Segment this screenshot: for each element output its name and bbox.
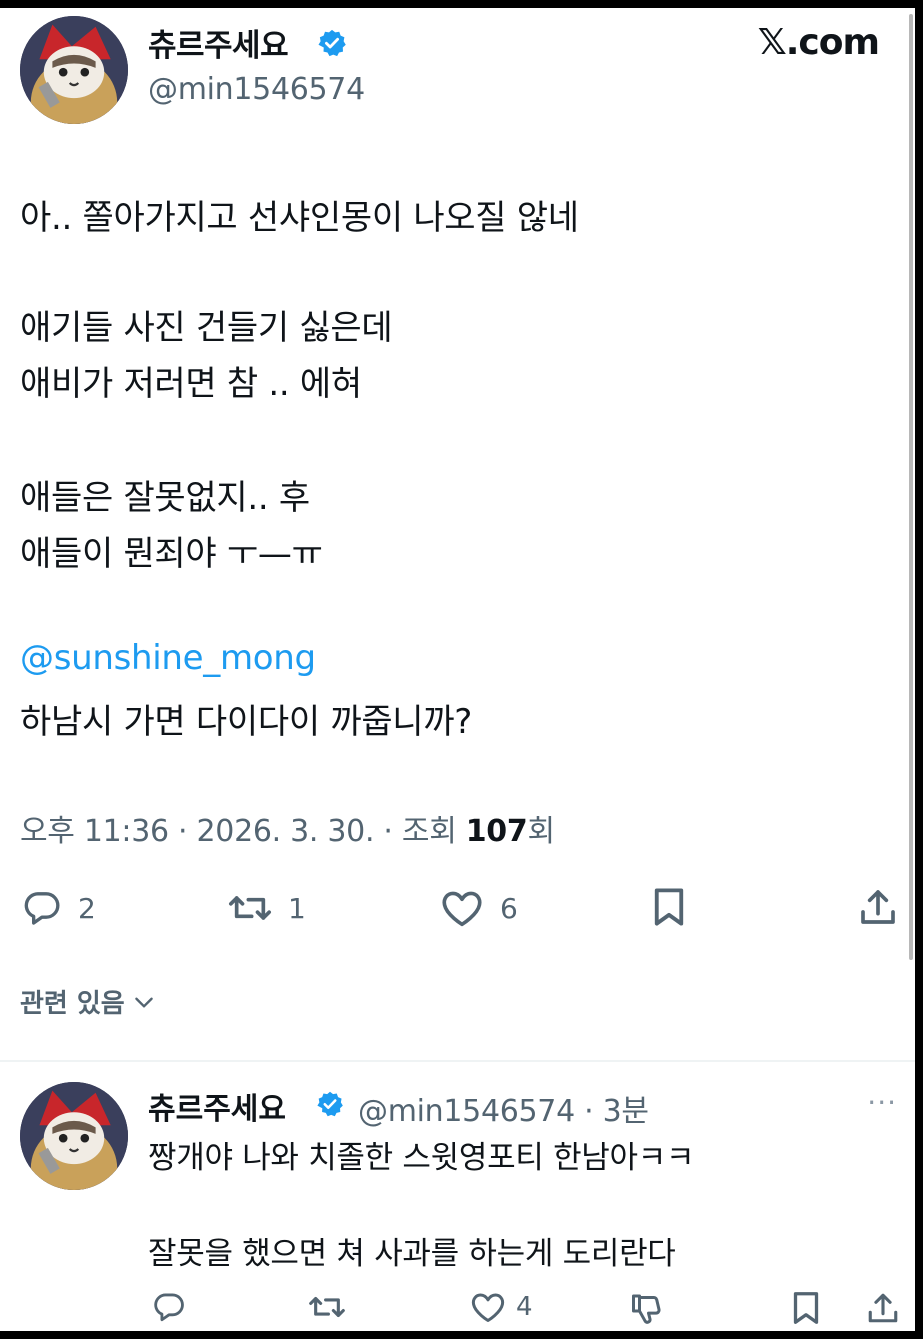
timestamp[interactable]: 오후 11:36 · 2026. 3. 30. · 조회 [20, 814, 466, 849]
display-name[interactable]: 츄르주세요 [148, 20, 289, 65]
share-button[interactable] [858, 886, 898, 928]
view-suffix: 회 [527, 814, 555, 849]
handle[interactable]: @min1546574 [148, 72, 365, 107]
scrollbar[interactable] [909, 14, 913, 960]
tweet-page: 츄르주세요 @min1546574 𝕏.com 아.. 쫄아가지고 선샤인몽이 … [0, 8, 915, 1331]
repost-count: 1 [288, 891, 306, 925]
mention-link[interactable]: @sunshine_mong [20, 638, 316, 678]
tweet-text-line: 애들이 뭔죄야 ㅜ—ㅠ [20, 534, 323, 574]
reply-dislike-button[interactable] [628, 1290, 666, 1326]
reply-display-name[interactable]: 츄르주세요 [148, 1084, 286, 1128]
view-count: 107 [465, 814, 528, 849]
avatar[interactable] [20, 16, 128, 124]
reply-reply-button[interactable] [152, 1290, 186, 1324]
like-icon [442, 891, 482, 927]
reply-share-button[interactable] [866, 1290, 900, 1326]
divider [0, 1060, 915, 1062]
tweet-text-line: 애들은 잘못없지.. 후 [20, 478, 310, 518]
like-count: 6 [500, 891, 518, 925]
like-icon [471, 1293, 505, 1322]
repost-button[interactable]: 1 [228, 888, 306, 928]
reply-icon [24, 892, 60, 925]
reply-like-button[interactable]: 4 [470, 1290, 533, 1324]
tweet-text-line: 아.. 쫄아가지고 선샤인몽이 나오질 않네 [20, 198, 579, 238]
verified-badge-icon [317, 1091, 343, 1117]
related-toggle[interactable]: 관련 있음 [20, 983, 157, 1020]
tweet-text-line: 하남시 가면 다이다이 까줍니까? [20, 702, 473, 742]
reply-avatar[interactable] [20, 1082, 128, 1190]
share-icon [868, 1293, 898, 1323]
more-icon[interactable]: ··· [867, 1086, 897, 1119]
share-icon [861, 890, 895, 924]
reply-text-line: 잘못을 했으면 쳐 사과를 하는게 도리란다 [148, 1236, 676, 1272]
reply-count: 2 [78, 891, 96, 925]
bookmark-button[interactable] [650, 886, 688, 928]
reply-repost-button[interactable] [308, 1290, 346, 1324]
dislike-icon [632, 1294, 661, 1324]
reply-icon [154, 1293, 184, 1322]
like-button[interactable]: 6 [440, 888, 518, 928]
tweet-text-line: 애기들 사진 건들기 싫은데 [20, 308, 393, 348]
tweet-meta: 오후 11:36 · 2026. 3. 30. · 조회 107회 [20, 806, 555, 850]
reply-button[interactable]: 2 [22, 888, 96, 928]
site-logo[interactable]: 𝕏.com [758, 22, 880, 63]
reply-handle-time[interactable]: @min1546574 · 3분 [358, 1086, 649, 1130]
bookmark-icon [654, 888, 684, 926]
chevron-down-icon [134, 997, 153, 1008]
bookmark-icon [793, 1292, 819, 1324]
repost-icon [309, 1296, 345, 1318]
reply-text-line: 짱개야 나와 치졸한 스윗영포티 한남아ㅋㅋ [148, 1140, 695, 1176]
reply-bookmark-button[interactable] [790, 1290, 822, 1326]
related-label: 관련 있음 [20, 989, 125, 1019]
verified-badge-icon [318, 29, 346, 57]
tweet-text-line: 애비가 저러면 참 .. 에혀 [20, 364, 362, 404]
reply-like-count: 4 [516, 1292, 533, 1322]
repost-icon [229, 896, 271, 920]
